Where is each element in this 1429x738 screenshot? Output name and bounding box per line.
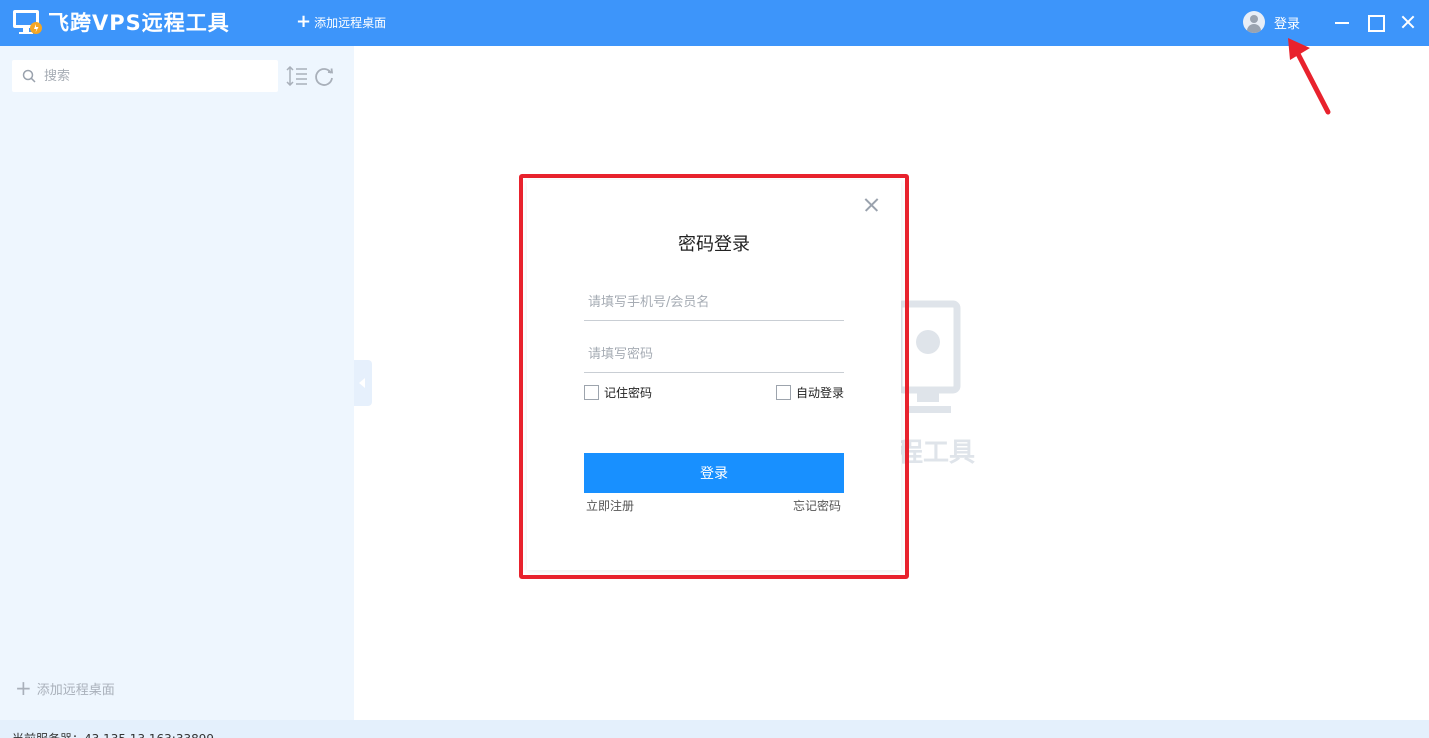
checkbox-box[interactable]: [584, 384, 599, 400]
dialog-title: 密码登录: [678, 234, 750, 255]
title-bar: 飞跨VPS远程工具 + 添加远程桌面 登录: [0, 0, 1429, 46]
app-title: 飞跨VPS远程工具: [48, 11, 230, 35]
forgot-password-link[interactable]: 忘记密码: [793, 497, 841, 514]
app-logo-icon: [13, 10, 42, 34]
username-field[interactable]: [584, 285, 844, 321]
refresh-icon[interactable]: [313, 66, 335, 88]
add-remote-desktop-label: 添加远程桌面: [314, 15, 387, 30]
add-remote-desktop-button[interactable]: + 添加远程桌面: [296, 12, 386, 32]
password-field[interactable]: [584, 337, 844, 373]
plus-icon: +: [296, 11, 312, 32]
sidebar-add-remote-label: 添加远程桌面: [36, 682, 115, 698]
sidebar: + 添加远程桌面: [0, 46, 354, 720]
auto-login-checkbox[interactable]: 自动登录: [776, 384, 844, 400]
status-bar: 当前服务器：43.135.13.163:33899: [0, 720, 1429, 738]
close-icon[interactable]: [1397, 11, 1419, 33]
remember-password-label: 记住密码: [604, 385, 653, 400]
checkbox-box[interactable]: [776, 384, 791, 400]
remember-password-checkbox[interactable]: 记住密码: [584, 384, 652, 400]
sort-icon[interactable]: [286, 66, 308, 86]
dialog-close-icon[interactable]: [862, 196, 880, 214]
login-dialog: 密码登录 记住密码 自动登录 登录 立即注册 忘记密码: [527, 180, 901, 570]
login-submit-button[interactable]: 登录: [584, 453, 844, 493]
login-label: 登录: [1274, 16, 1301, 32]
app-logo: 飞跨VPS远程工具: [12, 7, 230, 37]
search-icon: [22, 69, 36, 83]
server-status-text: 当前服务器：43.135.13.163:33899: [12, 730, 214, 738]
plus-icon: +: [15, 676, 32, 700]
auto-login-label: 自动登录: [796, 385, 845, 400]
sidebar-collapse-handle[interactable]: [354, 360, 372, 406]
sidebar-add-remote-button[interactable]: + 添加远程桌面: [15, 678, 115, 698]
annotation-arrow-icon: [1288, 38, 1331, 115]
register-link[interactable]: 立即注册: [586, 497, 634, 514]
maximize-icon[interactable]: [1364, 11, 1386, 33]
search-box: [12, 60, 278, 92]
search-input[interactable]: [44, 60, 272, 92]
user-avatar-icon: [1243, 11, 1265, 33]
